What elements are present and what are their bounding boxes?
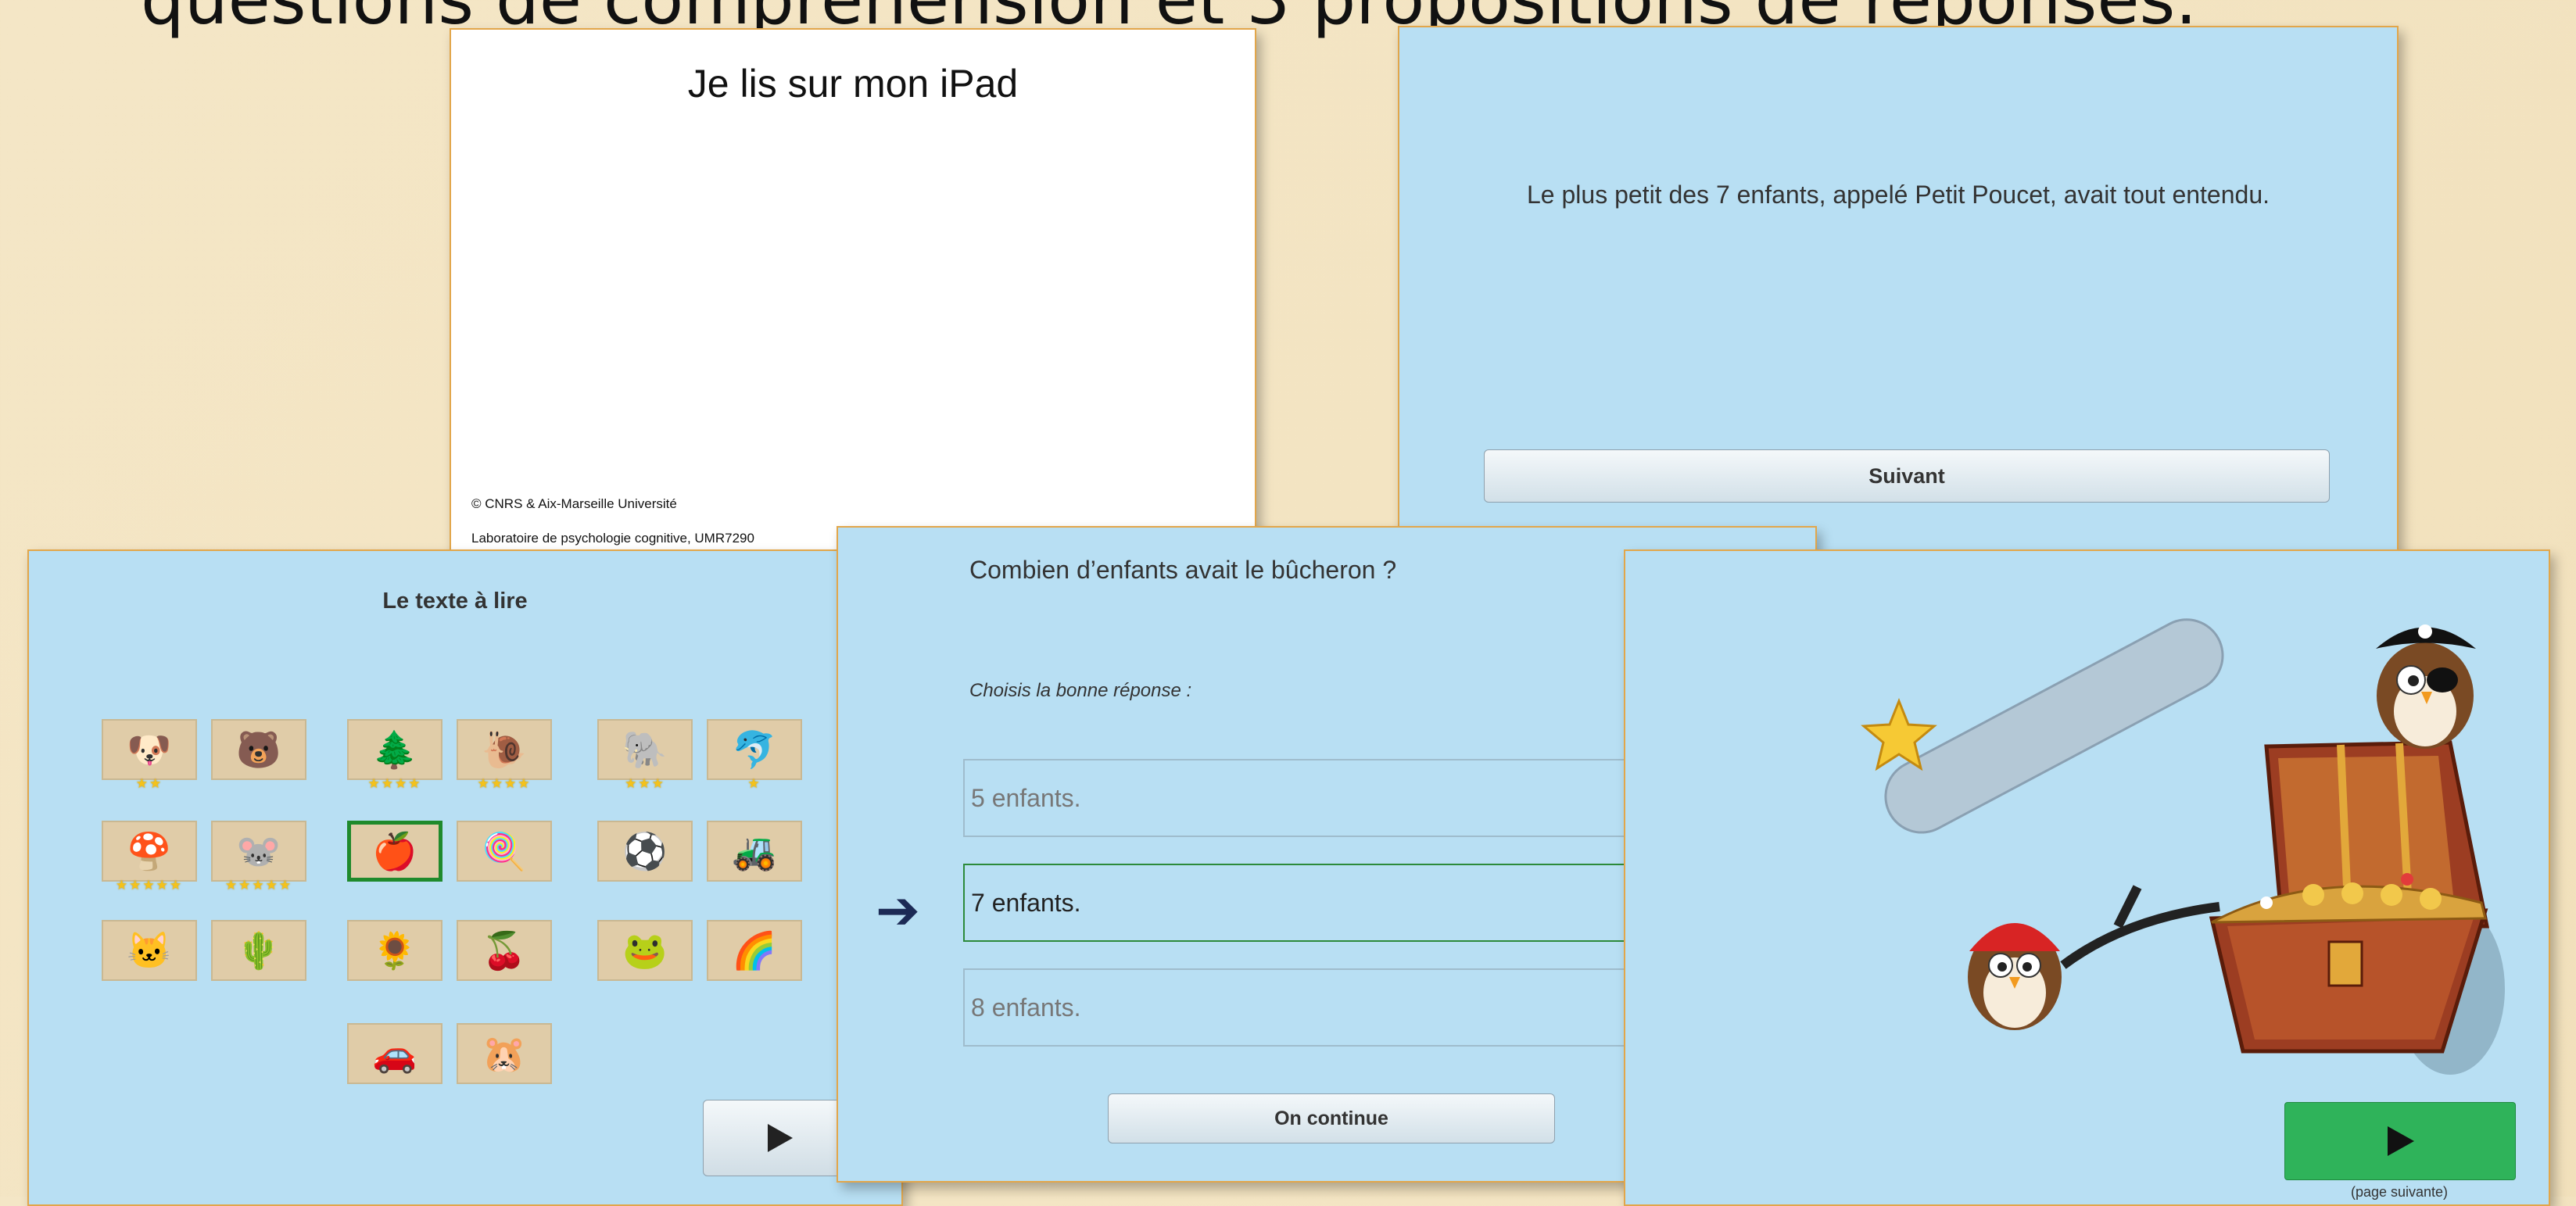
cat-icon: 🐱 — [127, 929, 172, 971]
car-icon: 🚗 — [372, 1032, 417, 1074]
arrow-right-icon: ➔ — [876, 881, 920, 940]
text-tile[interactable]: 🍭 — [457, 821, 552, 882]
text-tile[interactable]: 🐸 — [597, 920, 693, 981]
star-rating: ★★★★ — [477, 776, 532, 791]
text-tile[interactable]: 🍎 — [347, 821, 442, 882]
mouse-icon: 🐭 — [236, 830, 281, 871]
dolphin-icon: 🐬 — [732, 728, 777, 770]
tree-icon: 🌲 — [372, 728, 417, 770]
reward-screen: (page suivante) — [1624, 549, 2550, 1206]
soccer-ball-icon: ⚽ — [622, 830, 668, 871]
text-tile[interactable]: 🌈 — [707, 920, 802, 981]
star-rating: ★★★ — [625, 776, 665, 791]
snail-icon: 🐌 — [482, 728, 527, 770]
credit-line-cnrs: © CNRS & Aix-Marseille Université — [471, 496, 677, 511]
lollipop-icon: 🍭 — [482, 830, 527, 871]
pirate-owl-with-hat-icon — [2376, 624, 2476, 749]
sunflower-icon: 🌻 — [372, 929, 417, 971]
pirate-owl-with-sword-icon — [1968, 885, 2220, 1030]
text-tile[interactable]: 🐭 ★★★★★ — [211, 821, 306, 893]
star-rating: ★★★★★ — [224, 878, 293, 893]
star-rating: ★ — [747, 776, 761, 791]
text-tile[interactable]: 🍄 ★★★★★ — [102, 821, 197, 893]
next-sentence-button[interactable]: Suivant — [1484, 449, 2330, 503]
treasure-chest-icon — [2209, 740, 2505, 1075]
dog-icon: 🐶 — [127, 728, 172, 770]
story-sentence: Le plus petit des 7 enfants, appelé Peti… — [1527, 181, 2270, 209]
text-tile[interactable]: 🐹 — [457, 1023, 552, 1084]
question-text: Combien d’enfants avait le bûcheron ? — [969, 556, 1397, 584]
text-tile[interactable]: 🌵 — [211, 920, 306, 981]
next-page-button[interactable] — [2284, 1102, 2516, 1180]
star-rating: ★★★★★ — [115, 878, 184, 893]
text-tile[interactable]: 🐱 — [102, 920, 197, 981]
star-rating: ★★★★ — [367, 776, 422, 791]
star-rating: ★★ — [135, 776, 163, 791]
bear-icon: 🐻 — [236, 728, 281, 770]
cherries-icon: 🍒 — [482, 929, 527, 971]
text-tile[interactable]: 🚗 — [347, 1023, 442, 1084]
text-tile[interactable]: 🐶 ★★ — [102, 719, 197, 791]
next-page-caption: (page suivante) — [2350, 1184, 2449, 1200]
app-title: Je lis sur mon iPad — [687, 62, 1019, 106]
cactus-icon: 🌵 — [236, 929, 281, 971]
text-tile[interactable]: 🐌 ★★★★ — [457, 719, 552, 791]
text-picker-screen: Le texte à lire 🐶 ★★ 🐻 🌲 ★★★★ 🐌 ★★★★ 🐘 ★★★ 🐬 ★ 🍄 ★★★… — [27, 549, 903, 1206]
mushroom-icon: 🍄 — [127, 830, 172, 871]
text-tile[interactable]: 🚜 — [707, 821, 802, 882]
elephant-icon: 🐘 — [622, 728, 668, 770]
tractor-icon: 🚜 — [732, 830, 777, 871]
text-picker-title: Le texte à lire — [382, 589, 528, 614]
text-tile[interactable]: 🐘 ★★★ — [597, 719, 693, 791]
text-tile[interactable]: 🍒 — [457, 920, 552, 981]
continue-button[interactable]: On continue — [1108, 1093, 1555, 1143]
hamster-icon: 🐹 — [482, 1032, 527, 1074]
apple-icon: 🍎 — [372, 830, 417, 871]
rainbow-icon: 🌈 — [732, 929, 777, 971]
text-tile[interactable]: 🌻 — [347, 920, 442, 981]
credit-line-lab: Laboratoire de psychologie cognitive, UM… — [471, 531, 754, 546]
instruction-text: Choisis la bonne réponse : — [969, 680, 1192, 701]
frog-icon: 🐸 — [622, 929, 668, 971]
text-tile[interactable]: ⚽ — [597, 821, 693, 882]
text-tile[interactable]: 🐻 — [211, 719, 306, 780]
text-tile[interactable]: 🐬 ★ — [707, 719, 802, 791]
sentence-screen: Le plus petit des 7 enfants, appelé Peti… — [1398, 26, 2399, 565]
title-card-screen: Je lis sur mon iPad © CNRS & Aix-Marseil… — [450, 28, 1256, 568]
text-tile[interactable]: 🌲 ★★★★ — [347, 719, 442, 791]
